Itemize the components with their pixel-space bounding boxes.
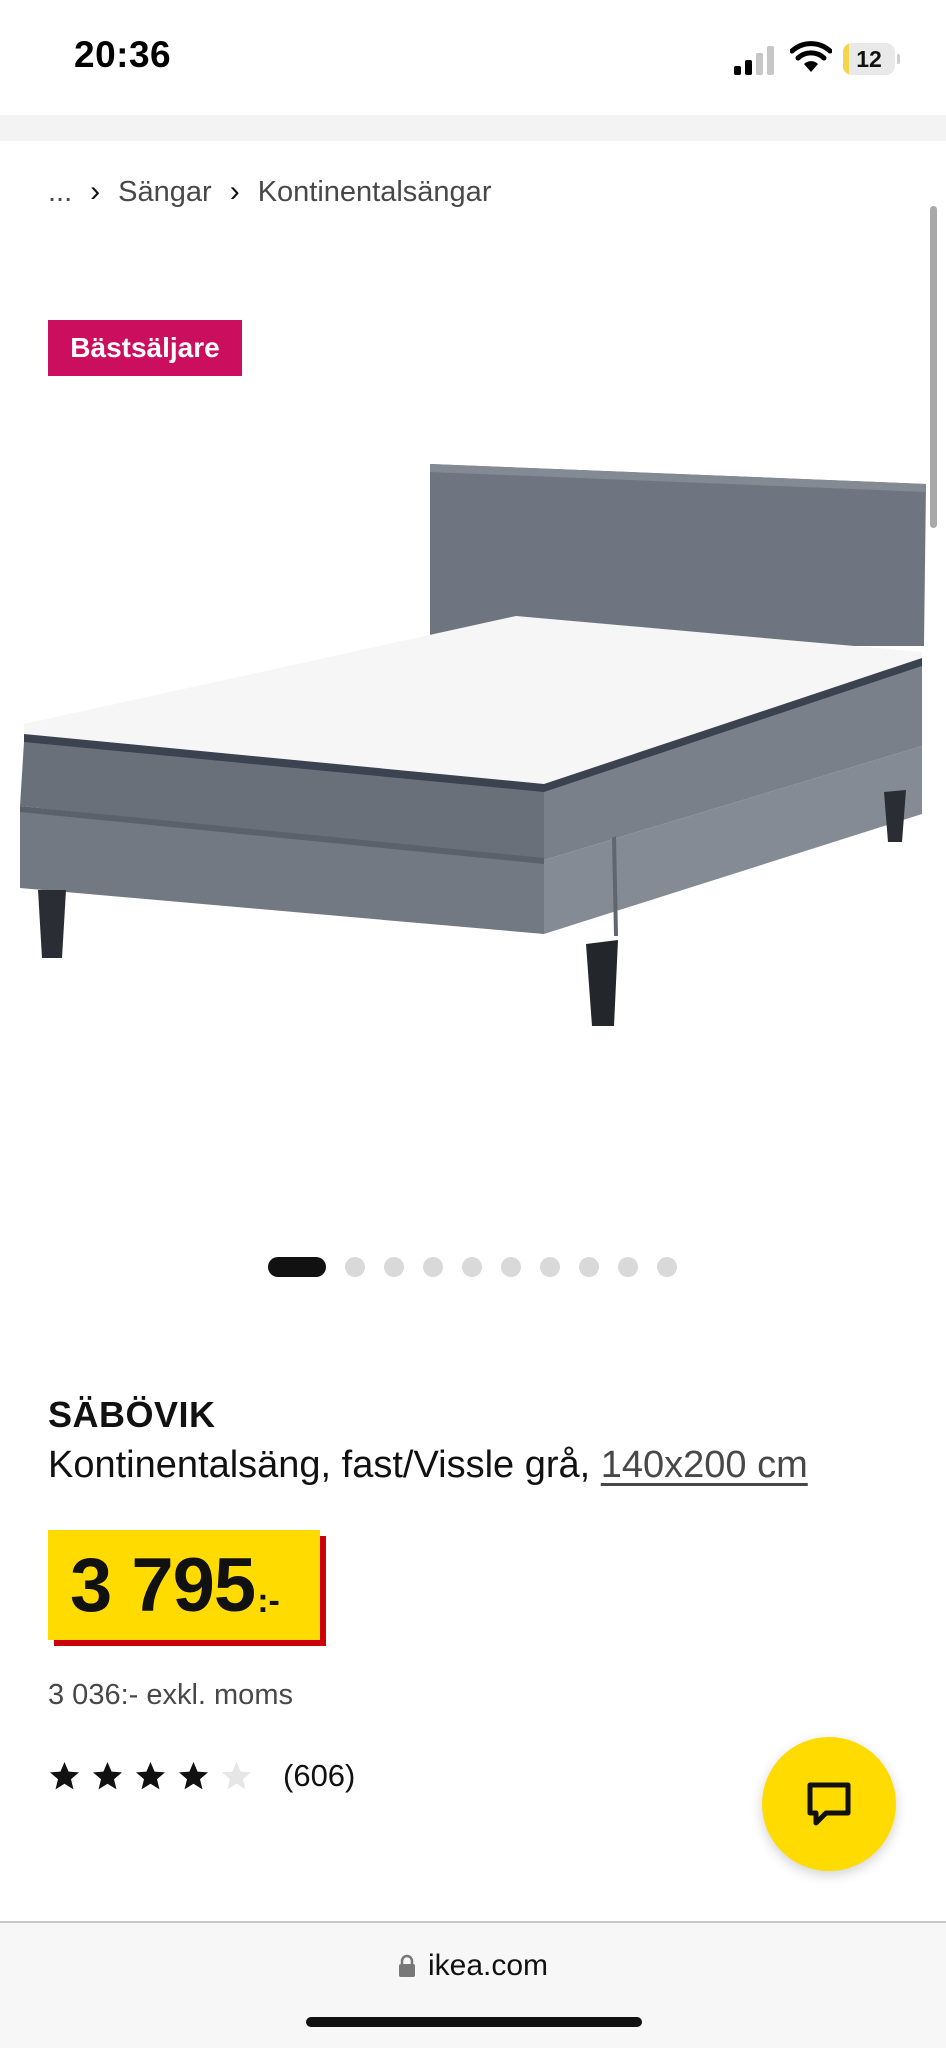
status-bar: 20:36 12: [0, 0, 946, 115]
star-empty-icon: [222, 1761, 251, 1789]
carousel-dot[interactable]: [540, 1257, 560, 1277]
carousel-dot[interactable]: [384, 1257, 404, 1277]
rating[interactable]: (606): [48, 1756, 355, 1796]
carousel-dot[interactable]: [345, 1257, 365, 1277]
product-description-text: Kontinentalsäng, fast/Vissle grå,: [48, 1444, 601, 1486]
breadcrumb-kontinentalsangar[interactable]: Kontinentalsängar: [258, 176, 492, 209]
battery-tip: [897, 54, 900, 64]
review-count[interactable]: (606): [283, 1758, 355, 1794]
carousel-dot[interactable]: [618, 1257, 638, 1277]
carousel-dot[interactable]: [579, 1257, 599, 1277]
star-filled-icon: [136, 1761, 165, 1789]
carousel-dot[interactable]: [501, 1257, 521, 1277]
address-bar: [0, 1923, 946, 2048]
breadcrumb-sangar[interactable]: Sängar: [118, 176, 212, 209]
star-filled-icon: [93, 1761, 122, 1789]
lock-icon: [398, 1954, 415, 1977]
carousel-dot[interactable]: [657, 1257, 677, 1277]
carousel-indicator[interactable]: [268, 1257, 677, 1277]
breadcrumb-ellipsis[interactable]: ...: [48, 176, 72, 209]
carousel-dot[interactable]: [462, 1257, 482, 1277]
price-value: 3 795: [70, 1542, 256, 1628]
star-filled-icon: [179, 1761, 208, 1789]
price-excl-vat: 3 036:- exkl. moms: [48, 1679, 293, 1711]
url-bar[interactable]: ikea.com: [0, 1949, 946, 1983]
price-suffix: :-: [257, 1581, 280, 1620]
header-band: [0, 115, 946, 141]
chevron-right-icon: ›: [229, 175, 240, 208]
size-link[interactable]: 140x200 cm: [601, 1444, 808, 1486]
star-filled-icon: [50, 1761, 79, 1789]
carousel-dot-active[interactable]: [268, 1257, 326, 1277]
price-tag: 3 795 :-: [48, 1530, 320, 1640]
product-image[interactable]: [0, 440, 946, 1060]
battery-icon: 12: [843, 43, 900, 75]
breadcrumb: ... › Sängar › Kontinentalsängar: [48, 170, 491, 214]
chevron-right-icon: ›: [90, 175, 101, 208]
chat-icon: [807, 1782, 851, 1826]
product-description: Kontinentalsäng, fast/Vissle grå, 140x20…: [48, 1444, 808, 1487]
chat-button[interactable]: [762, 1737, 896, 1871]
carousel-dot[interactable]: [423, 1257, 443, 1277]
signal-icon: [734, 46, 774, 75]
product-page: 20:36 12 ... › Sängar › Kontinentalsänga…: [0, 0, 946, 2048]
battery-level: 12: [856, 46, 882, 72]
product-name: SÄBÖVIK: [48, 1394, 216, 1435]
home-indicator[interactable]: [306, 2017, 642, 2027]
url-text: ikea.com: [427, 1949, 549, 1982]
wifi-icon: [790, 41, 832, 72]
battery-body: 12: [843, 43, 895, 75]
bestseller-badge: Bästsäljare: [48, 320, 242, 376]
status-time: 20:36: [74, 34, 172, 75]
star-rating: [48, 1760, 263, 1793]
